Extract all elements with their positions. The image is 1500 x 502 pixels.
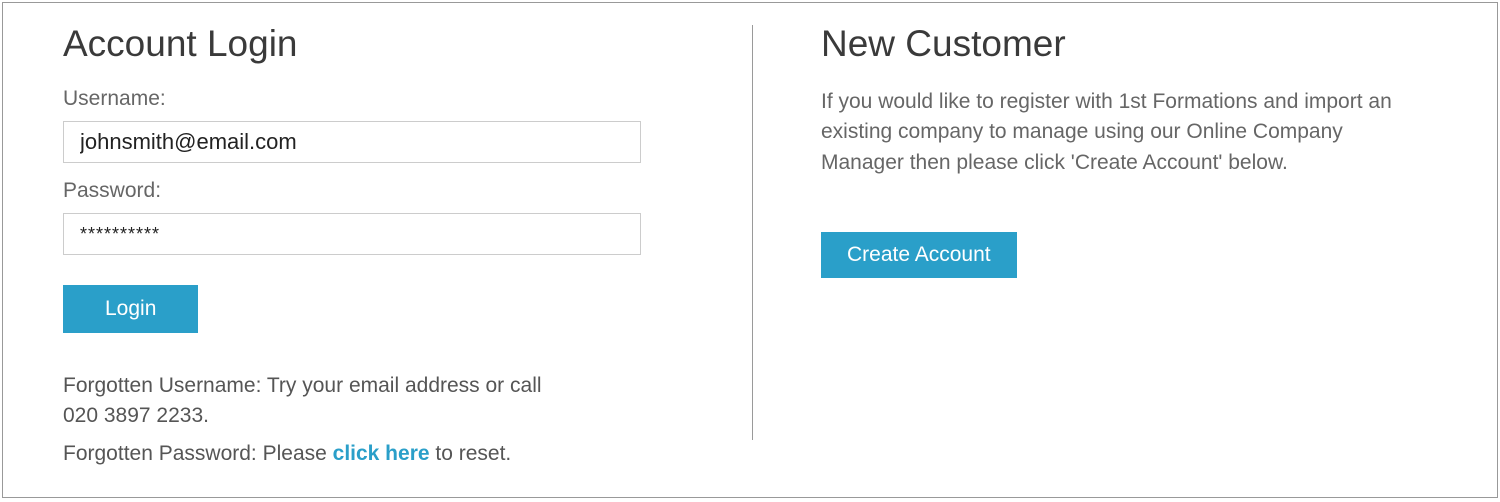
create-account-button[interactable]: Create Account xyxy=(821,232,1017,278)
account-login-section: Account Login Username: Password: Login … xyxy=(3,3,753,497)
forgotten-password-text: Forgotten Password: Please click here to… xyxy=(63,442,693,466)
forgotten-username-text: Forgotten Username: Try your email addre… xyxy=(63,371,573,432)
username-input[interactable] xyxy=(63,121,641,163)
forgotten-password-link[interactable]: click here xyxy=(333,442,430,465)
password-label: Password: xyxy=(63,179,693,203)
login-heading: Account Login xyxy=(63,23,693,65)
new-customer-section: New Customer If you would like to regist… xyxy=(753,3,1497,497)
username-label: Username: xyxy=(63,87,693,111)
forgotten-password-suffix: to reset. xyxy=(430,442,512,465)
new-customer-heading: New Customer xyxy=(821,23,1425,65)
login-button[interactable]: Login xyxy=(63,285,198,333)
login-register-panel: Account Login Username: Password: Login … xyxy=(2,2,1498,498)
forgotten-password-prefix: Forgotten Password: Please xyxy=(63,442,333,465)
new-customer-body: If you would like to register with 1st F… xyxy=(821,87,1411,178)
vertical-divider xyxy=(752,25,753,440)
password-input[interactable] xyxy=(63,213,641,255)
